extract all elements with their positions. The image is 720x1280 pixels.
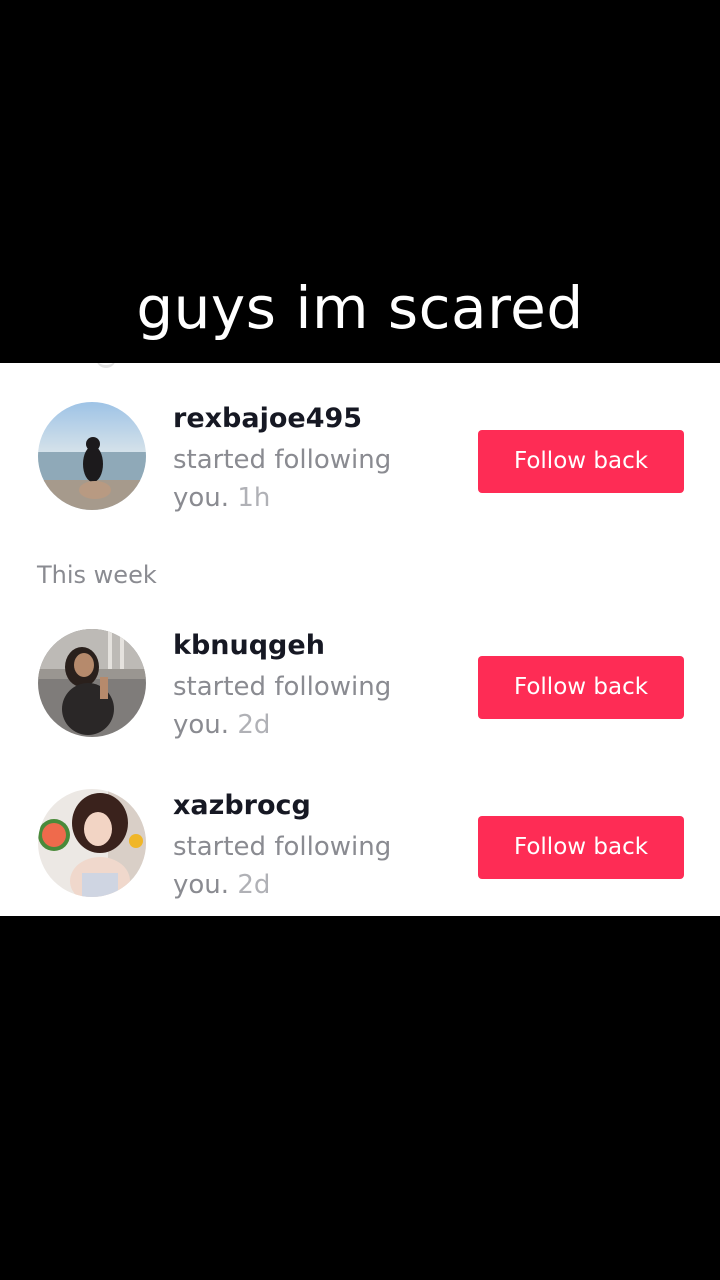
notification-line-2: you. 2d bbox=[173, 706, 391, 744]
notification-line-2: you. 2d bbox=[173, 866, 391, 904]
follow-back-button[interactable]: Follow back bbox=[478, 430, 684, 493]
person-selfie-image bbox=[38, 629, 146, 737]
person-by-lake-avatar[interactable] bbox=[38, 402, 146, 510]
section-header-this-week: This week bbox=[37, 561, 157, 589]
notification-line: started following bbox=[173, 672, 392, 702]
person-selfie-avatar[interactable] bbox=[38, 629, 146, 737]
person-with-fruit-avatar[interactable] bbox=[38, 789, 146, 897]
follow-back-button[interactable]: Follow back bbox=[478, 816, 684, 879]
timestamp: 2d bbox=[237, 870, 271, 900]
notification-text: started following you. 1h bbox=[173, 441, 391, 517]
username[interactable]: xazbrocg bbox=[173, 790, 311, 821]
person-by-lake-image bbox=[38, 402, 146, 510]
timestamp: 2d bbox=[237, 710, 271, 740]
notification-text: started following you. 2d bbox=[173, 668, 391, 744]
notification-text: started following you. 2d bbox=[173, 828, 391, 904]
username[interactable]: kbnuqgeh bbox=[173, 630, 325, 661]
notification-line-2: you. 1h bbox=[173, 479, 391, 517]
cropped-text-fragment bbox=[96, 363, 116, 368]
activity-notifications-panel: rexbajoe495 started following you. 1h Fo… bbox=[0, 363, 720, 916]
video-caption: guys im scared bbox=[136, 274, 584, 342]
follow-back-button[interactable]: Follow back bbox=[478, 656, 684, 719]
person-with-fruit-image bbox=[38, 789, 146, 897]
notification-line-end: you. bbox=[173, 483, 230, 513]
timestamp: 1h bbox=[237, 483, 271, 513]
notification-line-end: you. bbox=[173, 870, 230, 900]
notification-line-end: you. bbox=[173, 710, 230, 740]
username[interactable]: rexbajoe495 bbox=[173, 403, 362, 434]
notification-line: started following bbox=[173, 832, 392, 862]
notification-line: started following bbox=[173, 445, 392, 475]
